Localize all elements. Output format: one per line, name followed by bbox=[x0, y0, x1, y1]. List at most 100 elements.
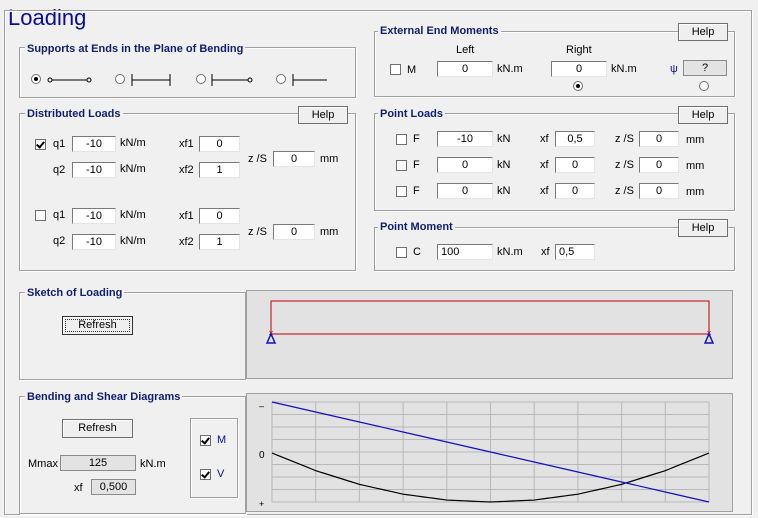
left-label: Left bbox=[456, 44, 475, 56]
support-radio-4[interactable] bbox=[276, 74, 286, 84]
q2-unit: kN/m bbox=[120, 235, 146, 247]
left-moment-input[interactable]: 0 bbox=[437, 61, 493, 77]
right-moment-unit: kN.m bbox=[611, 63, 637, 75]
mmax-value: 125 bbox=[60, 455, 136, 471]
left-moment-unit: kN.m bbox=[497, 63, 523, 75]
set2-xf1-input[interactable]: 0 bbox=[199, 208, 240, 224]
point-moment-xf-input[interactable]: 0,5 bbox=[555, 244, 595, 260]
set2-zs-input[interactable]: 0 bbox=[273, 224, 315, 240]
m-series-checkbox[interactable] bbox=[200, 435, 211, 446]
q1-label: q1 bbox=[53, 138, 66, 150]
point-load-2-xf-label: xf bbox=[540, 159, 549, 171]
distributed-loads-title: Distributed Loads bbox=[25, 108, 123, 121]
q1-unit: kN/m bbox=[120, 137, 146, 149]
q2-unit: kN/m bbox=[120, 163, 146, 175]
point-load-1-unit: kN bbox=[497, 133, 511, 145]
point-load-3-input[interactable]: 0 bbox=[437, 183, 493, 199]
point-load-3-checkbox[interactable] bbox=[396, 186, 407, 197]
point-moment-label: C bbox=[413, 246, 421, 258]
point-load-1-checkbox[interactable] bbox=[396, 134, 407, 145]
support-radio-1[interactable] bbox=[31, 74, 41, 84]
support-option-fixed-roller[interactable] bbox=[196, 74, 266, 86]
point-load-3-zs-label: z /S bbox=[615, 185, 634, 197]
mmax-unit: kN.m bbox=[140, 458, 166, 470]
set1-xf2-input[interactable]: 1 bbox=[199, 162, 240, 178]
support-radio-2[interactable] bbox=[115, 74, 125, 84]
point-load-2-zs-unit: mm bbox=[686, 160, 705, 172]
v-series-label: V bbox=[217, 468, 225, 480]
xf-value: 0,500 bbox=[91, 479, 136, 495]
support-option-pin-roller[interactable] bbox=[31, 74, 101, 86]
point-load-1-label: F bbox=[413, 133, 420, 145]
right-end-radio[interactable] bbox=[573, 81, 583, 91]
point-loads-help-button[interactable]: Help bbox=[678, 106, 728, 124]
point-load-2-unit: kN bbox=[497, 159, 511, 171]
distributed-set1-checkbox[interactable] bbox=[35, 139, 46, 150]
point-load-1-input[interactable]: -10 bbox=[437, 131, 493, 147]
sketch-refresh-button[interactable]: Refresh bbox=[62, 316, 133, 335]
point-load-3-zs-unit: mm bbox=[686, 186, 705, 198]
zs-label: z /S bbox=[248, 153, 267, 165]
right-label: Right bbox=[566, 44, 592, 56]
point-load-3-xf-input[interactable]: 0 bbox=[555, 183, 595, 199]
psi-radio[interactable] bbox=[699, 81, 709, 91]
sketch-title: Sketch of Loading bbox=[25, 287, 125, 300]
xf1-label: xf1 bbox=[179, 138, 194, 150]
right-moment-input[interactable]: 0 bbox=[551, 61, 607, 77]
set1-q2-input[interactable]: -10 bbox=[72, 162, 116, 178]
point-load-2-label: F bbox=[413, 159, 420, 171]
point-load-1-zs-label: z /S bbox=[615, 133, 634, 145]
point-load-3-label: F bbox=[413, 185, 420, 197]
point-load-1-xf-label: xf bbox=[540, 133, 549, 145]
diagrams-refresh-button[interactable]: Refresh bbox=[62, 419, 133, 438]
support-option-fixed-free[interactable] bbox=[276, 74, 346, 86]
point-moment-help-button[interactable]: Help bbox=[678, 219, 728, 237]
end-moment-checkbox[interactable] bbox=[390, 64, 401, 75]
point-load-2-xf-input[interactable]: 0 bbox=[555, 157, 595, 173]
q1-unit: kN/m bbox=[120, 209, 146, 221]
bending-shear-chart bbox=[271, 401, 710, 503]
supports-title: Supports at Ends in the Plane of Bending bbox=[25, 43, 246, 56]
point-load-3-zs-input[interactable]: 0 bbox=[639, 183, 679, 199]
set2-q2-input[interactable]: -10 bbox=[72, 234, 116, 250]
point-load-1-zs-input[interactable]: 0 bbox=[639, 131, 679, 147]
distributed-help-button[interactable]: Help bbox=[298, 106, 348, 124]
xf1-label: xf1 bbox=[179, 210, 194, 222]
point-moment-checkbox[interactable] bbox=[396, 247, 407, 258]
point-moment-title: Point Moment bbox=[378, 221, 455, 234]
loading-sketch: × × bbox=[265, 300, 715, 344]
point-moment-input[interactable]: 100 bbox=[437, 244, 493, 260]
fixed-fixed-icon bbox=[131, 74, 171, 86]
q1-label: q1 bbox=[53, 209, 66, 221]
distributed-set2-checkbox[interactable] bbox=[35, 210, 46, 221]
diagram-panel: – 0 + bbox=[246, 393, 733, 512]
v-series-checkbox[interactable] bbox=[200, 469, 211, 480]
zs-unit: mm bbox=[320, 226, 339, 238]
set1-xf1-input[interactable]: 0 bbox=[199, 136, 240, 152]
zs-unit: mm bbox=[320, 153, 339, 165]
set2-q1-input[interactable]: -10 bbox=[72, 208, 116, 224]
q2-label: q2 bbox=[53, 235, 66, 247]
cantilever-icon bbox=[292, 74, 327, 86]
m-label: M bbox=[407, 64, 417, 76]
point-load-2-checkbox[interactable] bbox=[396, 160, 407, 171]
distributed-load-outline bbox=[270, 300, 710, 335]
point-load-1-zs-unit: mm bbox=[686, 134, 705, 146]
sketch-panel: × × bbox=[246, 290, 733, 379]
point-load-2-zs-input[interactable]: 0 bbox=[639, 157, 679, 173]
q2-label: q2 bbox=[53, 164, 66, 176]
set1-q1-input[interactable]: -10 bbox=[72, 136, 116, 152]
set1-zs-input[interactable]: 0 bbox=[273, 151, 315, 167]
support-radio-3[interactable] bbox=[196, 74, 206, 84]
point-load-2-input[interactable]: 0 bbox=[437, 157, 493, 173]
point-load-1-xf-input[interactable]: 0,5 bbox=[555, 131, 595, 147]
xf2-label: xf2 bbox=[179, 164, 194, 176]
end-moments-help-button[interactable]: Help bbox=[678, 23, 728, 41]
point-moment-xf-label: xf bbox=[541, 246, 550, 258]
diagrams-title: Bending and Shear Diagrams bbox=[25, 391, 183, 404]
fixed-roller-icon bbox=[211, 74, 253, 86]
psi-value: ? bbox=[683, 60, 727, 76]
sketch-group bbox=[19, 292, 246, 380]
support-option-fixed-fixed[interactable] bbox=[115, 74, 185, 86]
set2-xf2-input[interactable]: 1 bbox=[199, 234, 240, 250]
